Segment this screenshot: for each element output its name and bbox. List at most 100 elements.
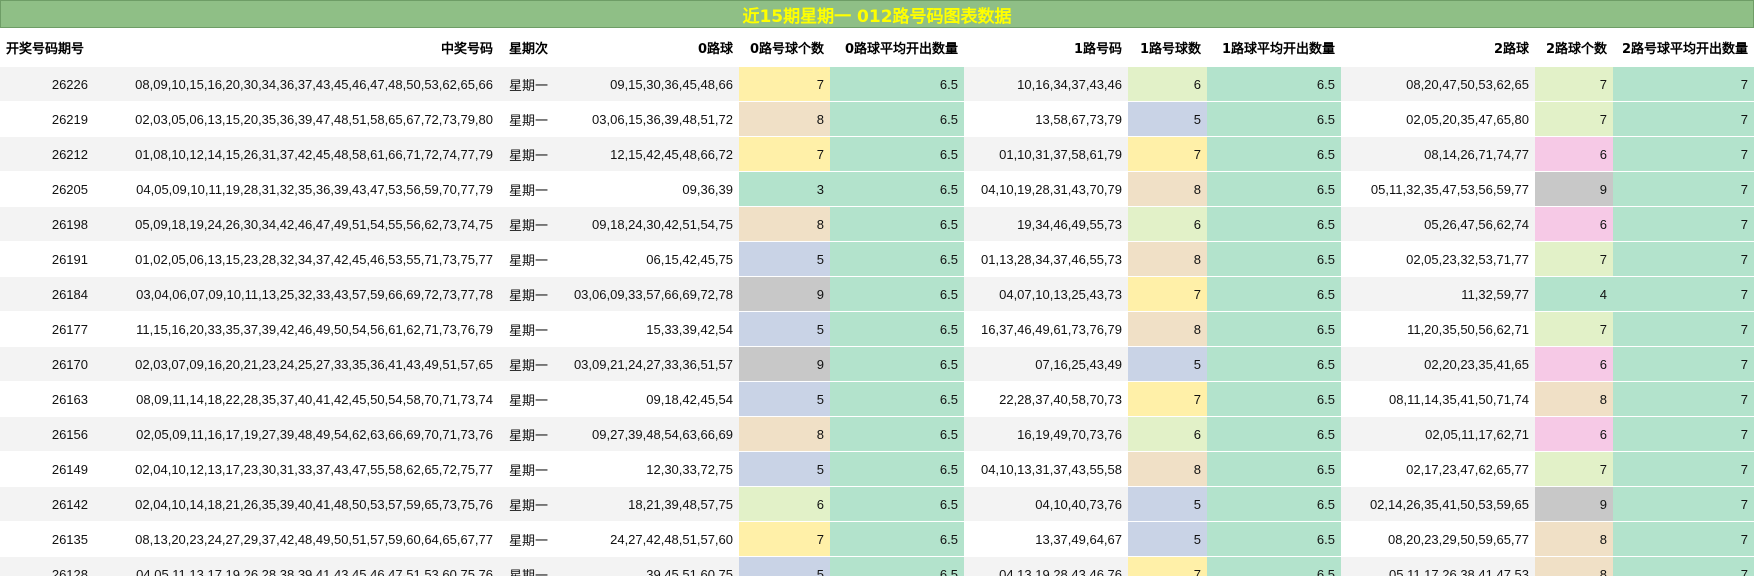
- weekday-cell[interactable]: 星期一: [499, 206, 558, 242]
- issue-number-cell[interactable]: 26128: [0, 556, 94, 576]
- road2-numbers-cell[interactable]: 02,17,23,47,62,65,77: [1341, 451, 1535, 487]
- road1-count-cell[interactable]: 6: [1128, 66, 1207, 102]
- road0-count-cell[interactable]: 5: [739, 451, 830, 487]
- header-cell[interactable]: 0路球: [558, 28, 739, 67]
- issue-number-cell[interactable]: 26205: [0, 171, 94, 207]
- road1-numbers-cell[interactable]: 22,28,37,40,58,70,73: [964, 381, 1128, 417]
- road0-numbers-cell[interactable]: 09,27,39,48,54,63,66,69: [558, 416, 739, 452]
- road0-count-cell[interactable]: 5: [739, 311, 830, 347]
- weekday-cell[interactable]: 星期一: [499, 381, 558, 417]
- road1-count-cell[interactable]: 7: [1128, 276, 1207, 312]
- road2-average-cell[interactable]: 7: [1613, 556, 1754, 576]
- road0-count-cell[interactable]: 8: [739, 101, 830, 137]
- road0-count-cell[interactable]: 7: [739, 66, 830, 102]
- road1-average-cell[interactable]: 6.5: [1207, 206, 1341, 242]
- road0-count-cell[interactable]: 3: [739, 171, 830, 207]
- weekday-cell[interactable]: 星期一: [499, 66, 558, 102]
- road0-average-cell[interactable]: 6.5: [830, 136, 964, 172]
- road0-average-cell[interactable]: 6.5: [830, 276, 964, 312]
- weekday-cell[interactable]: 星期一: [499, 346, 558, 382]
- road1-average-cell[interactable]: 6.5: [1207, 521, 1341, 557]
- road1-average-cell[interactable]: 6.5: [1207, 486, 1341, 522]
- road0-count-cell[interactable]: 6: [739, 486, 830, 522]
- road2-numbers-cell[interactable]: 08,11,14,35,41,50,71,74: [1341, 381, 1535, 417]
- issue-number-cell[interactable]: 26163: [0, 381, 94, 417]
- road2-average-cell[interactable]: 7: [1613, 276, 1754, 312]
- header-cell[interactable]: 中奖号码: [94, 28, 499, 67]
- road1-average-cell[interactable]: 6.5: [1207, 171, 1341, 207]
- road2-count-cell[interactable]: 8: [1535, 381, 1613, 417]
- winning-numbers-cell[interactable]: 04,05,09,10,11,19,28,31,32,35,36,39,43,4…: [94, 171, 499, 207]
- road2-numbers-cell[interactable]: 02,05,23,32,53,71,77: [1341, 241, 1535, 277]
- winning-numbers-cell[interactable]: 01,08,10,12,14,15,26,31,37,42,45,48,58,6…: [94, 136, 499, 172]
- weekday-cell[interactable]: 星期一: [499, 451, 558, 487]
- road0-average-cell[interactable]: 6.5: [830, 346, 964, 382]
- road1-average-cell[interactable]: 6.5: [1207, 66, 1341, 102]
- header-cell[interactable]: 星期次: [499, 28, 558, 67]
- road2-count-cell[interactable]: 7: [1535, 311, 1613, 347]
- winning-numbers-cell[interactable]: 08,09,10,15,16,20,30,34,36,37,43,45,46,4…: [94, 66, 499, 102]
- road2-numbers-cell[interactable]: 08,20,23,29,50,59,65,77: [1341, 521, 1535, 557]
- road2-count-cell[interactable]: 7: [1535, 451, 1613, 487]
- road2-numbers-cell[interactable]: 02,05,11,17,62,71: [1341, 416, 1535, 452]
- road0-numbers-cell[interactable]: 39,45,51,60,75: [558, 556, 739, 576]
- issue-number-cell[interactable]: 26198: [0, 206, 94, 242]
- header-cell[interactable]: 0路球平均开出数量: [830, 28, 964, 67]
- road2-numbers-cell[interactable]: 11,20,35,50,56,62,71: [1341, 311, 1535, 347]
- road2-count-cell[interactable]: 6: [1535, 136, 1613, 172]
- header-cell[interactable]: 1路号码: [964, 28, 1128, 67]
- road2-count-cell[interactable]: 8: [1535, 521, 1613, 557]
- road2-count-cell[interactable]: 7: [1535, 101, 1613, 137]
- road0-numbers-cell[interactable]: 03,06,09,33,57,66,69,72,78: [558, 276, 739, 312]
- weekday-cell[interactable]: 星期一: [499, 416, 558, 452]
- road2-average-cell[interactable]: 7: [1613, 66, 1754, 102]
- header-cell[interactable]: 1路号球数: [1128, 28, 1207, 67]
- road0-average-cell[interactable]: 6.5: [830, 311, 964, 347]
- road0-average-cell[interactable]: 6.5: [830, 206, 964, 242]
- road2-count-cell[interactable]: 6: [1535, 416, 1613, 452]
- issue-number-cell[interactable]: 26212: [0, 136, 94, 172]
- road2-numbers-cell[interactable]: 05,11,32,35,47,53,56,59,77: [1341, 171, 1535, 207]
- weekday-cell[interactable]: 星期一: [499, 171, 558, 207]
- road2-average-cell[interactable]: 7: [1613, 451, 1754, 487]
- road1-average-cell[interactable]: 6.5: [1207, 311, 1341, 347]
- road1-numbers-cell[interactable]: 04,13,19,28,43,46,76: [964, 556, 1128, 576]
- road2-count-cell[interactable]: 9: [1535, 171, 1613, 207]
- road2-count-cell[interactable]: 6: [1535, 346, 1613, 382]
- road0-numbers-cell[interactable]: 24,27,42,48,51,57,60: [558, 521, 739, 557]
- header-cell[interactable]: 1路球平均开出数量: [1207, 28, 1341, 67]
- road1-numbers-cell[interactable]: 16,37,46,49,61,73,76,79: [964, 311, 1128, 347]
- road0-count-cell[interactable]: 7: [739, 136, 830, 172]
- road0-average-cell[interactable]: 6.5: [830, 556, 964, 576]
- road0-count-cell[interactable]: 8: [739, 206, 830, 242]
- road2-numbers-cell[interactable]: 08,14,26,71,74,77: [1341, 136, 1535, 172]
- road1-count-cell[interactable]: 8: [1128, 241, 1207, 277]
- winning-numbers-cell[interactable]: 08,09,11,14,18,22,28,35,37,40,41,42,45,5…: [94, 381, 499, 417]
- road1-average-cell[interactable]: 6.5: [1207, 416, 1341, 452]
- road0-average-cell[interactable]: 6.5: [830, 451, 964, 487]
- road1-numbers-cell[interactable]: 04,07,10,13,25,43,73: [964, 276, 1128, 312]
- road1-average-cell[interactable]: 6.5: [1207, 451, 1341, 487]
- road2-average-cell[interactable]: 7: [1613, 416, 1754, 452]
- road2-average-cell[interactable]: 7: [1613, 486, 1754, 522]
- header-cell[interactable]: 2路球个数: [1535, 28, 1613, 67]
- winning-numbers-cell[interactable]: 02,03,05,06,13,15,20,35,36,39,47,48,51,5…: [94, 101, 499, 137]
- road0-numbers-cell[interactable]: 12,15,42,45,48,66,72: [558, 136, 739, 172]
- road1-count-cell[interactable]: 8: [1128, 171, 1207, 207]
- road2-numbers-cell[interactable]: 02,20,23,35,41,65: [1341, 346, 1535, 382]
- road1-numbers-cell[interactable]: 19,34,46,49,55,73: [964, 206, 1128, 242]
- issue-number-cell[interactable]: 26177: [0, 311, 94, 347]
- weekday-cell[interactable]: 星期一: [499, 311, 558, 347]
- road0-count-cell[interactable]: 5: [739, 556, 830, 576]
- road1-numbers-cell[interactable]: 07,16,25,43,49: [964, 346, 1128, 382]
- road1-count-cell[interactable]: 5: [1128, 486, 1207, 522]
- road1-numbers-cell[interactable]: 04,10,40,73,76: [964, 486, 1128, 522]
- weekday-cell[interactable]: 星期一: [499, 521, 558, 557]
- road0-numbers-cell[interactable]: 18,21,39,48,57,75: [558, 486, 739, 522]
- road1-count-cell[interactable]: 5: [1128, 521, 1207, 557]
- weekday-cell[interactable]: 星期一: [499, 556, 558, 576]
- winning-numbers-cell[interactable]: 02,03,07,09,16,20,21,23,24,25,27,33,35,3…: [94, 346, 499, 382]
- issue-number-cell[interactable]: 26156: [0, 416, 94, 452]
- road1-numbers-cell[interactable]: 04,10,19,28,31,43,70,79: [964, 171, 1128, 207]
- weekday-cell[interactable]: 星期一: [499, 101, 558, 137]
